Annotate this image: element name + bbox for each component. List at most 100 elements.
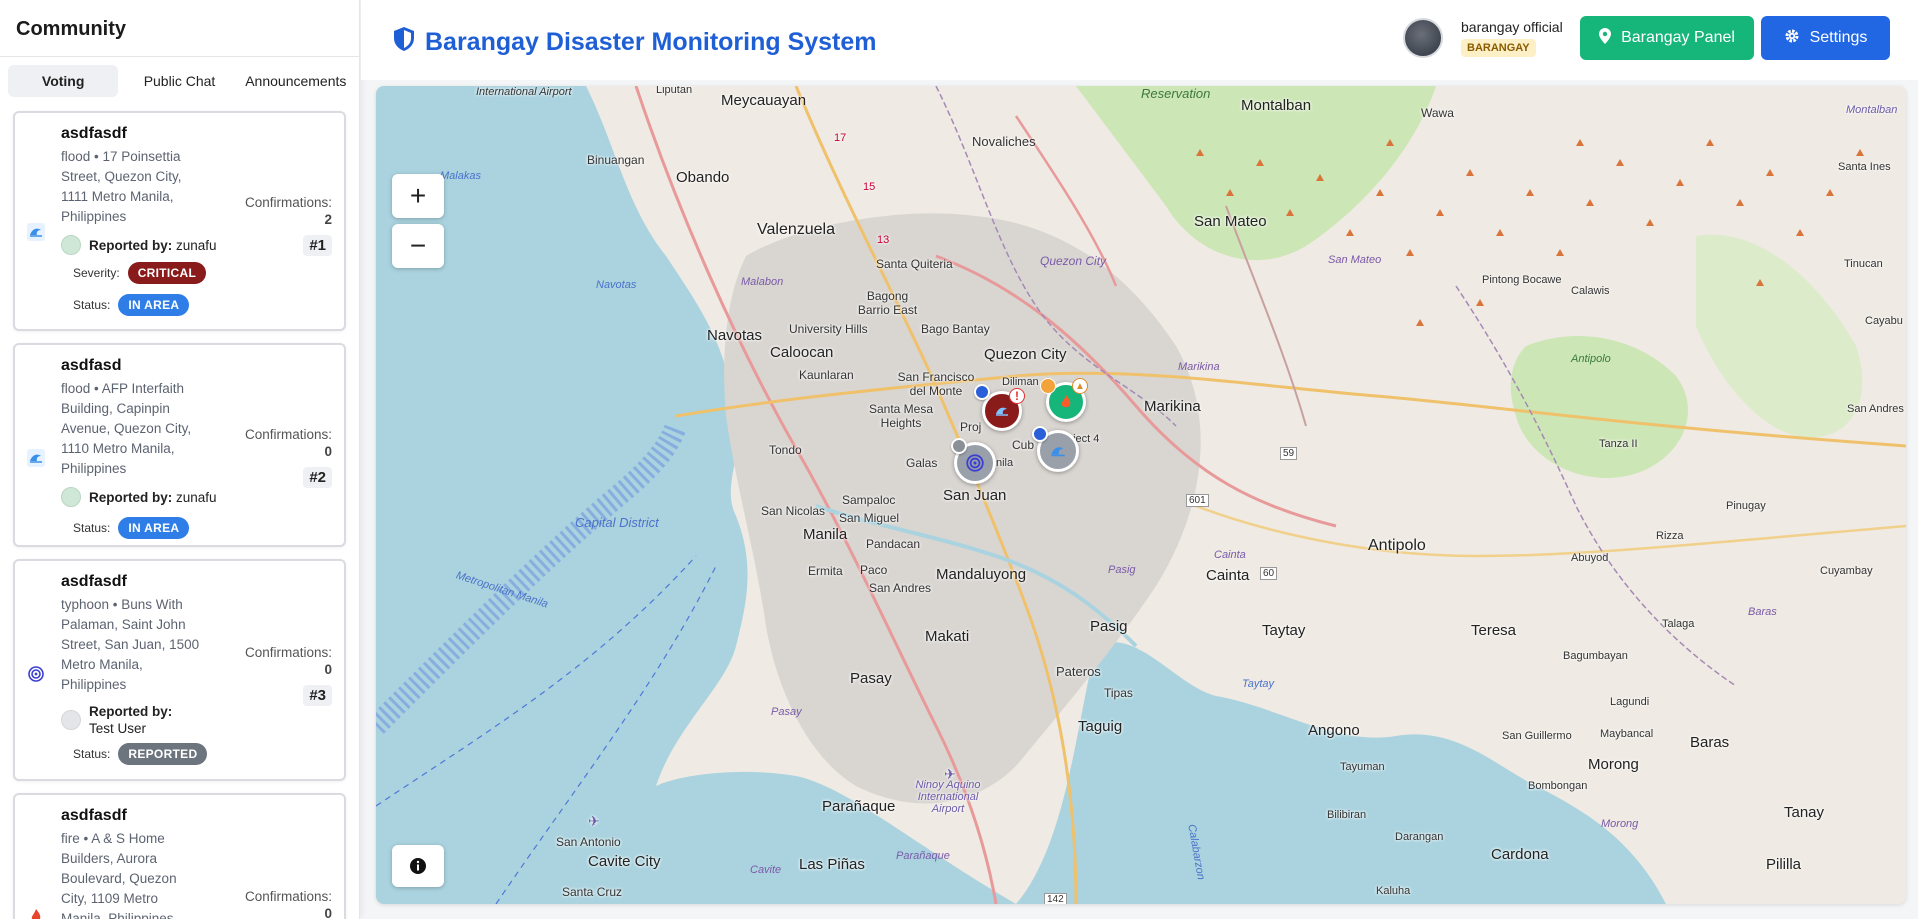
place-label: Cub — [1012, 438, 1035, 452]
place-label: Marikina — [1144, 398, 1201, 415]
barangay-panel-button[interactable]: Barangay Panel — [1580, 16, 1754, 60]
rank-badge: #2 — [303, 466, 332, 488]
user-name: barangay official — [1461, 19, 1563, 35]
severity-label: Severity: — [73, 266, 120, 280]
place-label: Pateros — [1056, 664, 1101, 679]
place-label: Taytay — [1262, 622, 1306, 639]
place-label: Pasig — [1108, 564, 1136, 576]
severity-badge: CRITICAL — [127, 262, 207, 284]
place-label: Pinugay — [1726, 500, 1766, 512]
place-label: Malabon — [741, 276, 784, 288]
place-label: 15 — [863, 181, 876, 193]
place-label: 601 — [1186, 494, 1209, 507]
place-label: Pasay — [771, 706, 802, 718]
report-card[interactable]: asdfasd flood • AFP Interfaith Building,… — [13, 343, 346, 547]
place-label: San Guillermo — [1502, 730, 1572, 742]
reporter-name: zunafu — [176, 489, 217, 505]
status-row: Status: IN AREA — [27, 517, 332, 539]
tab-voting[interactable]: Voting — [8, 65, 119, 97]
place-label: Galas — [906, 456, 938, 470]
place-label: Morong — [1601, 818, 1639, 830]
place-label: Meycauayan — [721, 92, 807, 109]
report-description: flood • AFP Interfaith Building, Capinpi… — [61, 381, 192, 476]
place-label: Tipas — [1104, 686, 1133, 700]
place-label: Taguig — [1078, 718, 1123, 735]
place-label: San Andres — [869, 581, 932, 595]
disaster-map[interactable]: Liputan International Airport Meycauayan… — [376, 86, 1906, 904]
place-label: Baras — [1748, 606, 1777, 618]
place-label: Lagundi — [1610, 696, 1650, 708]
place-label: Cavite City — [588, 853, 661, 870]
user-profile[interactable]: barangay official BARANGAY — [1403, 18, 1563, 58]
location-pin-icon — [974, 384, 990, 400]
tab-announcements[interactable]: Announcements — [241, 65, 351, 97]
status-badge: IN AREA — [118, 517, 190, 539]
place-label: Bagumbayan — [1563, 650, 1628, 662]
place-label: Makati — [925, 628, 970, 645]
typhoon-spiral-icon — [27, 665, 61, 685]
place-label: Cuyambay — [1820, 565, 1873, 577]
place-label: 13 — [877, 234, 890, 246]
airplane-icon: ✈ — [588, 813, 600, 829]
place-label: Teresa — [1471, 622, 1517, 639]
place-label: Marikina — [1178, 361, 1220, 373]
place-label: Binuangan — [587, 153, 645, 167]
avatar[interactable] — [1403, 18, 1443, 58]
map-tiles[interactable] — [376, 86, 1906, 904]
place-label: San Nicolas — [761, 504, 826, 518]
place-label: Cayabu — [1865, 315, 1903, 327]
report-card[interactable]: asdfasdf typhoon • Buns With Palaman, Sa… — [13, 559, 346, 781]
tab-public-chat[interactable]: Public Chat — [124, 65, 234, 97]
confirmations-label: Confirmations: — [244, 644, 332, 660]
role-badge: BARANGAY — [1461, 39, 1536, 57]
fire-icon — [27, 907, 61, 919]
typhoon-spiral-icon — [966, 454, 984, 472]
place-label: Capital District — [575, 515, 659, 530]
place-label: Morong — [1588, 756, 1639, 773]
place-label: Pintong Bocawe — [1482, 274, 1562, 286]
report-title: asdfasdf — [61, 125, 127, 142]
place-label: Pililla — [1766, 856, 1802, 873]
place-label: Cainta — [1214, 549, 1246, 561]
settings-button[interactable]: Settings — [1761, 16, 1890, 60]
place-label: 59 — [1280, 447, 1298, 460]
place-label: Cavite — [750, 864, 782, 876]
top-header: Barangay Disaster Monitoring System bara… — [361, 0, 1918, 80]
info-icon — [410, 858, 426, 874]
status-row: Status: REPORTED — [27, 743, 332, 765]
place-label: 60 — [1260, 567, 1278, 580]
report-card[interactable]: asdfasdf flood • 17 Poinsettia Street, Q… — [13, 111, 346, 331]
confirmations-label: Confirmations: — [244, 195, 332, 210]
flood-wave-icon — [1051, 447, 1065, 457]
place-label: Calawis — [1571, 285, 1610, 297]
place-label: Antipolo — [1571, 353, 1611, 365]
place-label: Talaga — [1662, 618, 1695, 630]
warning-icon: ▲ — [1072, 378, 1088, 394]
confirmations-label: Confirmations: — [244, 426, 332, 442]
place-label: Reservation — [1141, 86, 1211, 101]
reporter-avatar — [61, 235, 81, 255]
place-label: San Juan — [943, 487, 1007, 504]
report-card[interactable]: asdfasdf fire • A & S Home Builders, Aur… — [13, 793, 346, 919]
confirmations-count: 0 — [324, 906, 332, 919]
map-info-button[interactable] — [392, 845, 444, 887]
zoom-in-button[interactable]: + — [392, 174, 444, 218]
place-label: Novaliches — [972, 134, 1036, 149]
place-label: Proj — [960, 420, 982, 434]
zoom-out-button[interactable]: − — [392, 224, 444, 268]
app-title-text: Barangay Disaster Monitoring System — [425, 28, 877, 56]
place-label: Bago Bantay — [921, 322, 990, 336]
place-label: Bagong Barrio East — [857, 289, 918, 317]
flood-wave-icon — [27, 223, 61, 243]
barangay-panel-label: Barangay Panel — [1621, 29, 1735, 46]
place-label: Darangan — [1395, 831, 1444, 843]
reported-by-label: Reported by: — [89, 237, 173, 253]
reporter-avatar — [61, 710, 81, 730]
status-label: Status: — [73, 747, 111, 761]
place-label: Ninoy Aquino International Airport — [915, 779, 981, 815]
place-label: Liputan — [656, 86, 693, 96]
place-label: Baras — [1690, 734, 1730, 751]
place-label: Cardona — [1491, 846, 1549, 863]
shield-icon — [393, 26, 415, 59]
place-label: Santa Quiteria — [876, 257, 953, 271]
